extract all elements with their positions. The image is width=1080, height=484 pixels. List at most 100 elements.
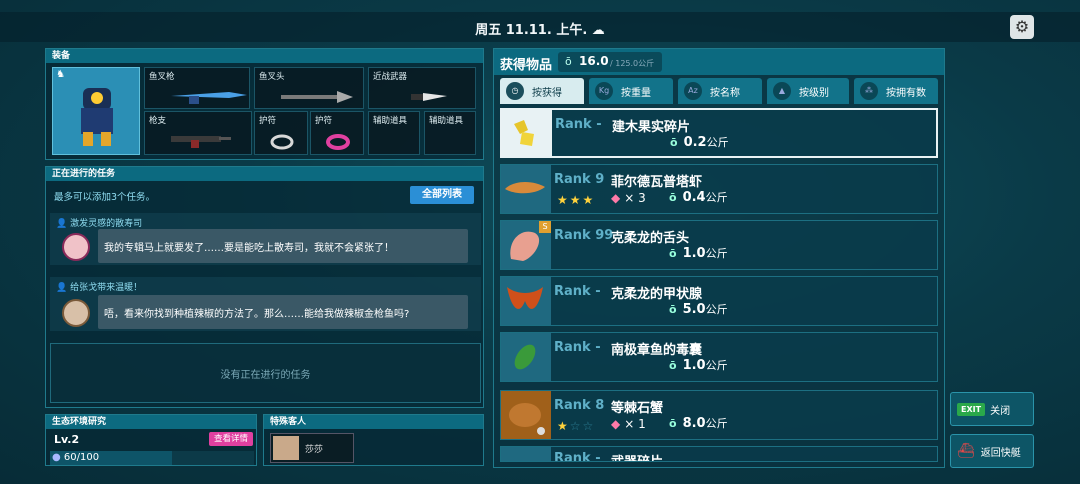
item-weight-value: 0.2	[683, 135, 707, 150]
slot-label: 辅助道具	[373, 116, 408, 126]
return-label: 返回快艇	[980, 447, 1021, 459]
item-weight-unit: 公斤	[705, 247, 728, 260]
slot-label: 枪支	[149, 116, 167, 126]
eco-title: 生态环境研究	[46, 415, 256, 429]
poison-sac-icon	[514, 344, 536, 370]
harpoon-head-icon	[281, 91, 353, 103]
equipment-title: 装备	[46, 49, 483, 63]
bracelet-icon	[326, 134, 350, 150]
special-guest-panel: 特殊客人 莎莎	[263, 414, 484, 466]
mission-message: 我的专辑马上就要发了……要是能吃上散寿司，我就不会紧张了！	[98, 229, 468, 263]
item-weight: ō 0.4公斤	[669, 189, 728, 205]
gem-icon: ◆	[611, 417, 621, 431]
item-count-value: × 1	[624, 417, 646, 431]
slot-support-2[interactable]: 辅助道具	[424, 111, 476, 155]
item-weight-value: 5.0	[682, 302, 706, 317]
weight-icon: ō	[669, 247, 677, 260]
star-empty-icon: ☆	[582, 419, 596, 433]
close-button[interactable]: EXIT 关闭	[950, 392, 1034, 426]
slot-charm-1[interactable]: 护符	[254, 111, 308, 155]
star-rating: ★★★	[557, 193, 595, 207]
item-rank: Rank 99	[554, 228, 614, 243]
item-rank: Rank -	[554, 340, 601, 355]
item-row[interactable]: Rank - 克柔龙的甲状腺 ō 5.0公斤	[500, 276, 938, 326]
item-thumb	[501, 391, 551, 439]
guest-card[interactable]: 莎莎	[270, 433, 354, 463]
item-rank: Rank 8	[554, 398, 605, 413]
star-rating: ★☆☆	[557, 419, 595, 433]
mission-message: 唔，看来你找到种植辣椒的方法了。那么……能给我做辣椒金枪鱼吗?	[98, 295, 468, 329]
rank-icon: ▲	[773, 82, 791, 100]
view-details-button[interactable]: 查看详情	[209, 432, 253, 446]
item-row[interactable]: Rank - 南极章鱼的毒囊 ō 1.0公斤	[500, 332, 938, 382]
item-name: 克柔龙的舌头	[611, 231, 690, 246]
item-name: 克柔龙的甲状腺	[611, 287, 703, 302]
weight-icon: ō	[669, 359, 677, 372]
weight-icon: ō	[565, 55, 572, 68]
item-thumb	[501, 277, 551, 325]
date-time: 周五 11.11. 上午. ☁	[475, 23, 605, 38]
diver-avatar[interactable]	[52, 67, 140, 155]
diver-figure	[81, 88, 113, 146]
item-name: 南极章鱼的毒囊	[611, 343, 703, 358]
avatar	[62, 299, 90, 327]
item-weight-unit: 公斤	[706, 136, 729, 149]
slot-harpoon-head[interactable]: 鱼叉头	[254, 67, 364, 109]
slot-support-1[interactable]: 辅助道具	[368, 111, 420, 155]
tab-by-name[interactable]: Az 按名称	[678, 78, 762, 104]
mission-item[interactable]: 👤 激发灵感的散寿司 我的专辑马上就要发了……要是能吃上散寿司，我就不会紧张了！	[50, 213, 481, 265]
mission-title: 👤 激发灵感的散寿司	[56, 216, 142, 229]
item-row[interactable]: Rank 9 菲尔德瓦普塔虾 ★★★ ◆ × 3 ō 0.4公斤	[500, 164, 938, 214]
thyroid-icon	[507, 287, 543, 309]
mission-empty-slot: 没有正在进行的任务	[50, 343, 481, 403]
item-count: ◆ × 3	[611, 191, 646, 205]
clock-icon: ◷	[506, 82, 524, 100]
weight-icon: ō	[669, 417, 677, 430]
mission-title: 👤 给张戈带来温暖！	[56, 280, 142, 293]
item-weight: ō 1.0公斤	[669, 357, 728, 373]
item-weight-unit: 公斤	[705, 303, 728, 316]
fruit-shard-icon	[514, 120, 534, 146]
crab-icon	[509, 403, 545, 435]
item-weight: ō 5.0公斤	[669, 301, 728, 317]
item-rank: Rank -	[555, 117, 602, 132]
slot-harpoon-gun[interactable]: 鱼叉枪	[144, 67, 250, 109]
slot-label: 鱼叉头	[259, 72, 285, 82]
tab-by-obtained[interactable]: ◷ 按获得	[500, 78, 584, 104]
slot-label: 护符	[259, 116, 277, 126]
star-icon: ★	[582, 193, 596, 207]
obtained-title: 获得物品	[500, 58, 553, 73]
return-boat-button[interactable]: ⛴ 返回快艇	[950, 434, 1034, 468]
star-empty-icon: ☆	[569, 419, 583, 433]
eco-progress-value: 60/100	[63, 452, 100, 463]
item-row[interactable]: S Rank 99 克柔龙的舌头 ō 1.0公斤	[500, 220, 938, 270]
slot-charm-2[interactable]: 护符	[310, 111, 364, 155]
tab-by-rank[interactable]: ▲ 按级别	[767, 78, 849, 104]
mission-item[interactable]: 👤 给张戈带来温暖！ 唔，看来你找到种植辣椒的方法了。那么……能给我做辣椒金枪鱼…	[50, 277, 481, 331]
exit-icon: EXIT	[957, 402, 986, 416]
settings-button[interactable]: ⚙	[1010, 15, 1034, 39]
az-icon: Az	[684, 82, 702, 100]
item-row[interactable]: Rank - 建木果实碎片 ō 0.2公斤	[500, 108, 938, 158]
item-weight-unit: 公斤	[705, 191, 728, 204]
gear-icon: ⚙	[1014, 17, 1030, 36]
all-list-button[interactable]: 全部列表	[410, 186, 474, 204]
slot-gun[interactable]: 枪支	[144, 111, 252, 155]
item-row[interactable]: Rank - 武器碎片	[500, 446, 938, 462]
slot-label: 近战武器	[373, 72, 408, 82]
slot-melee-weapon[interactable]: 近战武器	[368, 67, 476, 109]
current-weight: 16.0	[579, 54, 609, 68]
tab-by-weight[interactable]: Kg 按重量	[589, 78, 673, 104]
missions-title: 正在进行的任务	[46, 167, 483, 181]
tab-label: 按级别	[799, 87, 829, 99]
equipment-panel: 装备 ♞ 鱼叉枪 鱼叉头 近战武器 枪支 护符 护符 辅助道具 辅助道具	[45, 48, 484, 160]
tab-by-count[interactable]: ⁂ 按拥有数	[854, 78, 938, 104]
missions-limit: 最多可以添加3个任务。	[54, 192, 156, 203]
diver-icon: ♞	[56, 69, 65, 80]
guest-avatar	[273, 436, 299, 460]
research-icon: ●	[52, 452, 61, 463]
star-icon: ★	[569, 193, 583, 207]
item-thumb	[501, 165, 551, 213]
item-row[interactable]: Rank 8 等棘石蟹 ★☆☆ ◆ × 1 ō 8.0公斤	[500, 390, 938, 440]
item-weight: ō 8.0公斤	[669, 415, 728, 431]
